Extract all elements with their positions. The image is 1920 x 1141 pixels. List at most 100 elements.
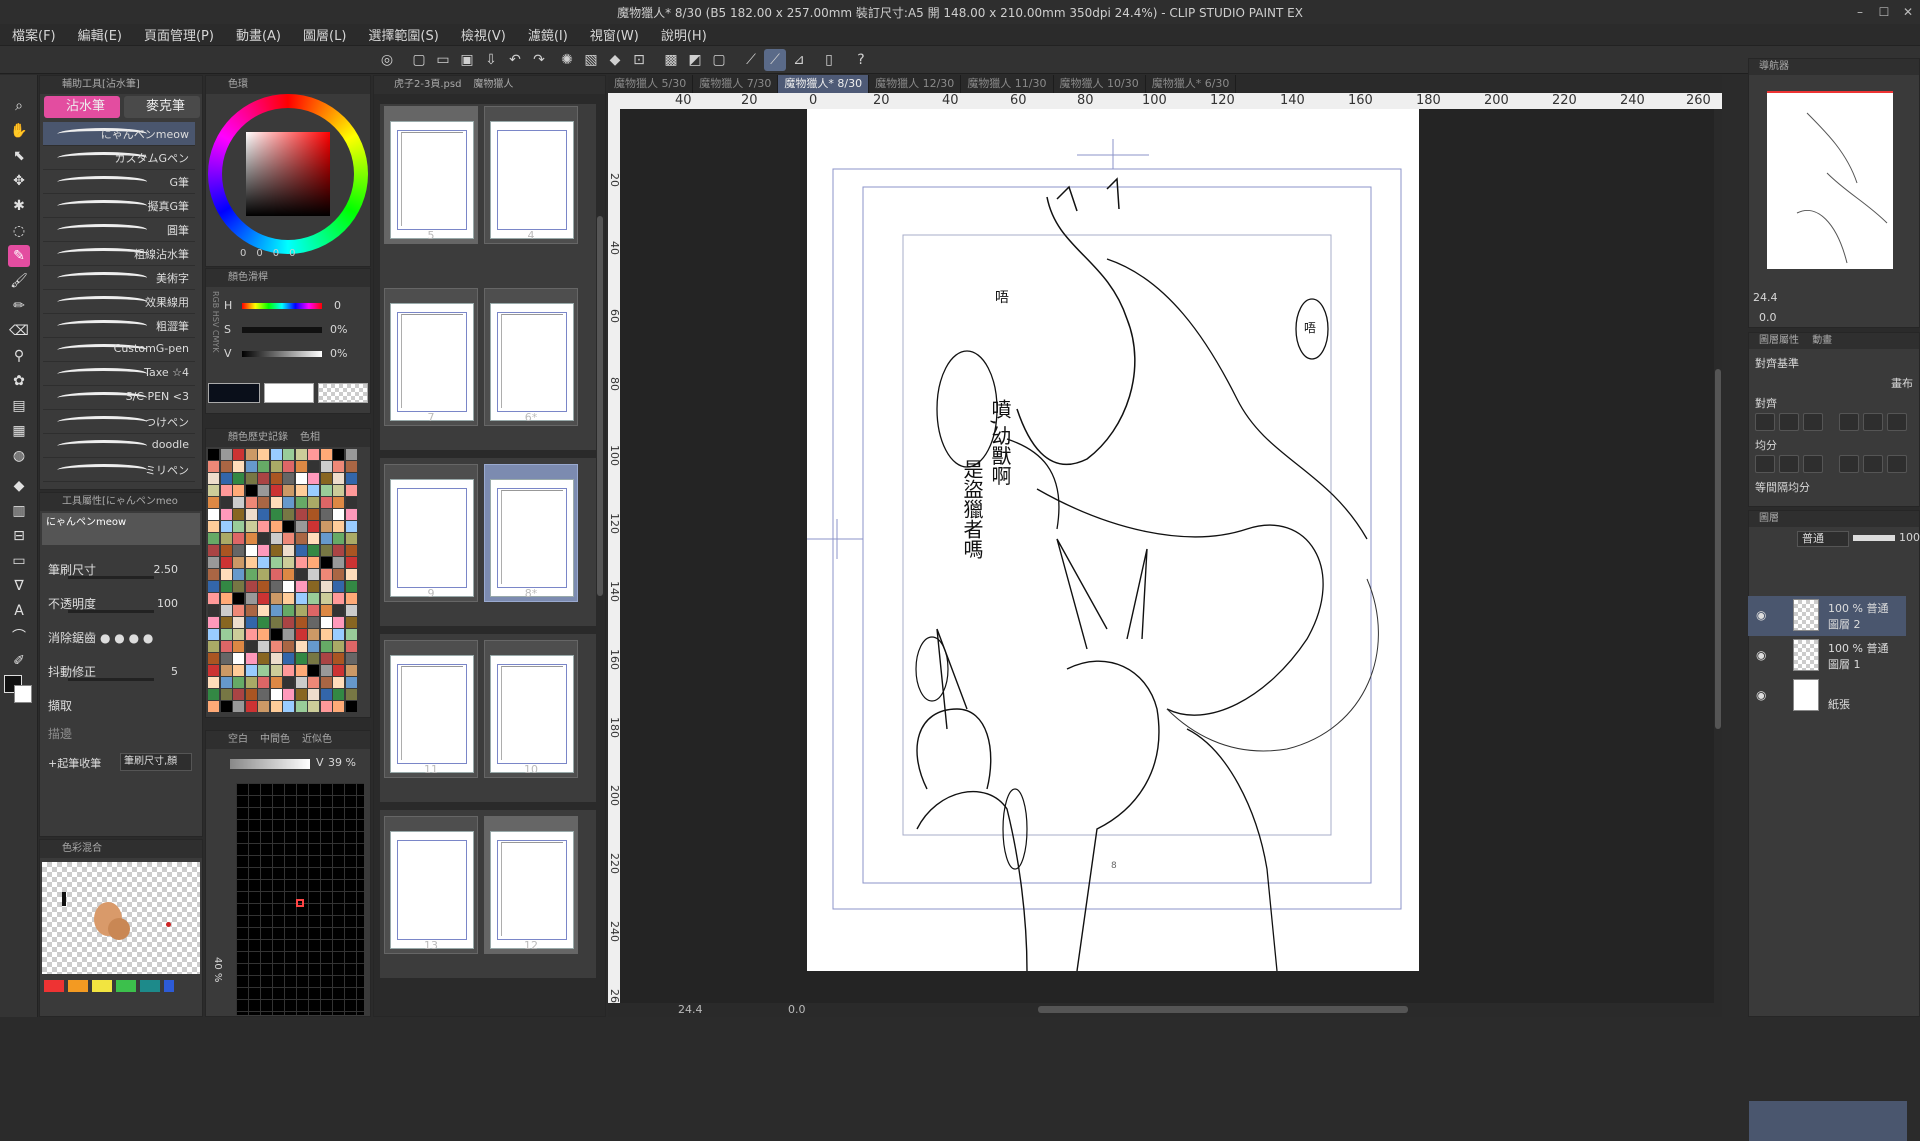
palette-swatch[interactable] <box>295 617 307 628</box>
palette-swatch[interactable] <box>258 605 269 616</box>
palette-swatch[interactable] <box>345 521 357 532</box>
palette-swatch[interactable] <box>258 461 269 472</box>
selection-tool-icon[interactable]: ▩ <box>660 49 682 71</box>
palette-swatch[interactable] <box>295 461 307 472</box>
blend-tool-icon[interactable]: ◍ <box>8 445 30 467</box>
correct-line-icon[interactable]: ✐ <box>8 650 30 672</box>
tab-color-history[interactable]: 顏色歷史記錄 <box>228 429 288 447</box>
palette-swatch[interactable] <box>245 545 257 556</box>
palette-swatch[interactable] <box>270 545 282 556</box>
doc-tab[interactable]: 魔物獵人 7/30 <box>693 75 779 93</box>
palette-swatch[interactable] <box>245 617 257 628</box>
palette-swatch[interactable] <box>295 569 307 580</box>
palette-swatch[interactable] <box>208 485 219 496</box>
palette-swatch[interactable] <box>333 449 344 460</box>
palette-swatch[interactable] <box>295 605 307 616</box>
pen-tool-icon[interactable]: ✎ <box>8 245 30 267</box>
align-right-button[interactable] <box>1803 413 1823 431</box>
palette-swatch[interactable] <box>333 485 344 496</box>
fill-tool-icon[interactable]: ◆ <box>8 475 30 497</box>
palette-swatch[interactable] <box>295 665 307 676</box>
move-tool-icon[interactable]: ✥ <box>8 170 30 192</box>
palette-swatch[interactable] <box>208 509 219 520</box>
palette-swatch[interactable] <box>283 449 294 460</box>
color-palette-grid[interactable] <box>208 449 358 713</box>
align-top-button[interactable] <box>1839 413 1859 431</box>
palette-swatch[interactable] <box>308 449 319 460</box>
horizontal-ruler[interactable]: 40 20 0 20 40 60 80 100 120 140 160 180 … <box>620 93 1722 109</box>
palette-swatch[interactable] <box>295 473 307 484</box>
palette-swatch[interactable] <box>220 545 232 556</box>
prop-stroke[interactable]: 描邊 <box>48 719 194 747</box>
layer-item[interactable] <box>1749 1101 1907 1141</box>
palette-swatch[interactable] <box>283 665 294 676</box>
hand-tool-icon[interactable]: ✋ <box>8 120 30 142</box>
palette-swatch[interactable] <box>208 461 219 472</box>
palette-swatch[interactable] <box>233 665 244 676</box>
tab-hue[interactable]: 色相 <box>300 429 320 447</box>
page-thumbnail[interactable]: 4 <box>484 106 578 244</box>
palette-swatch[interactable] <box>295 689 307 700</box>
doc-tab[interactable]: 魔物獵人 10/30 <box>1054 75 1146 93</box>
grid-snap-icon[interactable]: ⊿ <box>788 49 810 71</box>
palette-swatch[interactable] <box>295 485 307 496</box>
palette-swatch[interactable] <box>270 701 282 712</box>
palette-swatch[interactable] <box>233 545 244 556</box>
brush-item[interactable]: S/C PEN <3 <box>43 386 195 410</box>
canvas-area[interactable]: 噴,幼獸啊 是盜獵者嗎 唔 唔 8 <box>620 109 1722 1003</box>
palette-swatch[interactable] <box>320 617 332 628</box>
vector-tool-icon[interactable]: ∇ <box>8 575 30 597</box>
palette-swatch[interactable] <box>333 701 344 712</box>
save-icon[interactable]: ▣ <box>456 49 478 71</box>
mixing-canvas[interactable] <box>42 862 200 974</box>
palette-swatch[interactable] <box>220 617 232 628</box>
palette-swatch[interactable] <box>283 701 294 712</box>
palette-swatch[interactable] <box>245 629 257 640</box>
palette-swatch[interactable] <box>270 581 282 592</box>
palette-swatch[interactable] <box>208 497 219 508</box>
palette-swatch[interactable] <box>233 677 244 688</box>
brush-item[interactable]: つけペン <box>43 410 195 434</box>
palette-swatch[interactable] <box>220 641 232 652</box>
doc-tab[interactable]: 魔物獵人 12/30 <box>869 75 962 93</box>
distribute-button[interactable] <box>1779 455 1799 473</box>
doc-tab[interactable]: 魔物獵人 5/30 <box>608 75 694 93</box>
operation-tool-icon[interactable]: ⬉ <box>8 145 30 167</box>
palette-swatch[interactable] <box>270 485 282 496</box>
zoom-tool-icon[interactable]: ⌕ <box>8 95 30 117</box>
prop-pressure[interactable]: +起筆收筆 筆刷尺寸,顏 <box>48 749 194 777</box>
palette-swatch[interactable] <box>258 593 269 604</box>
palette-swatch[interactable] <box>333 629 344 640</box>
palette-swatch[interactable] <box>220 497 232 508</box>
palette-swatch[interactable] <box>283 485 294 496</box>
palette-swatch[interactable] <box>308 605 319 616</box>
eyedropper-icon[interactable]: ⚲ <box>8 345 30 367</box>
palette-swatch[interactable] <box>270 569 282 580</box>
palette-swatch[interactable] <box>320 665 332 676</box>
palette-swatch[interactable] <box>308 497 319 508</box>
palette-swatch[interactable] <box>345 689 357 700</box>
palette-swatch[interactable] <box>270 449 282 460</box>
palette-swatch[interactable] <box>208 557 219 568</box>
palette-swatch[interactable] <box>295 629 307 640</box>
canvas-vscroll[interactable] <box>1714 109 1722 1003</box>
palette-swatch[interactable] <box>233 689 244 700</box>
palette-swatch[interactable] <box>333 545 344 556</box>
palette-swatch[interactable] <box>208 569 219 580</box>
zoom-readout[interactable]: 24.4 <box>678 1003 703 1016</box>
palette-swatch[interactable] <box>270 617 282 628</box>
distribute-button[interactable] <box>1755 455 1775 473</box>
palette-swatch[interactable] <box>283 641 294 652</box>
page-thumbnail[interactable]: 9 <box>384 464 478 602</box>
palette-swatch[interactable] <box>320 605 332 616</box>
palette-swatch[interactable] <box>220 665 232 676</box>
palette-swatch[interactable] <box>345 665 357 676</box>
palette-swatch[interactable] <box>308 665 319 676</box>
loading-icon[interactable]: ✺ <box>556 49 578 71</box>
palette-swatch[interactable] <box>245 653 257 664</box>
palette-swatch[interactable] <box>308 617 319 628</box>
palette-swatch[interactable] <box>233 605 244 616</box>
palette-swatch[interactable] <box>245 605 257 616</box>
palette-swatch[interactable] <box>233 473 244 484</box>
palette-swatch[interactable] <box>208 617 219 628</box>
